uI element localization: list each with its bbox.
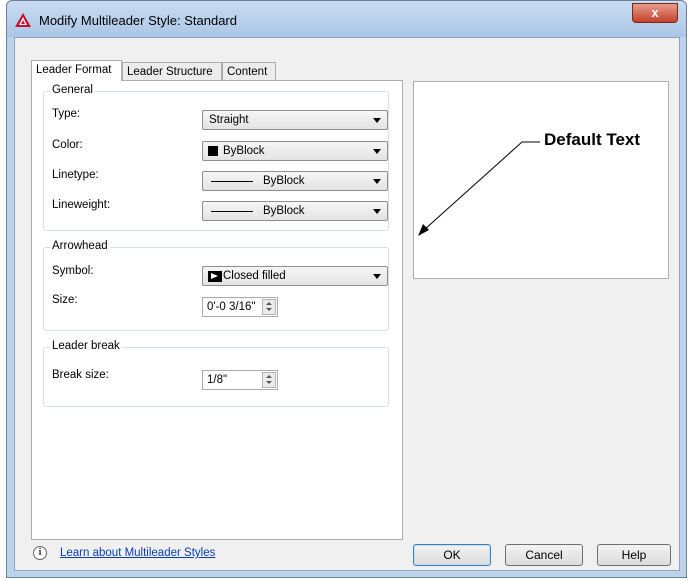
symbol-label: Symbol:	[52, 265, 94, 277]
cancel-button[interactable]: Cancel	[505, 544, 583, 566]
spin-up-icon	[266, 375, 272, 378]
leader-preview-graphic	[418, 141, 540, 236]
break-size-label: Break size:	[52, 369, 109, 381]
tab-leader-format[interactable]: Leader Format	[31, 60, 122, 81]
tab-content[interactable]: Content	[222, 62, 276, 80]
chevron-down-icon	[373, 274, 381, 279]
general-group-title: General	[50, 84, 95, 96]
color-dropdown[interactable]: ByBlock	[202, 141, 388, 161]
leader-format-panel: General Type: Straight Color: ByBlock Li…	[31, 80, 403, 540]
spin-down-icon	[266, 308, 272, 311]
type-value: Straight	[209, 114, 249, 126]
leader-break-group-title: Leader break	[50, 340, 122, 352]
color-swatch-icon	[208, 146, 218, 156]
preview-default-text: Default Text	[544, 130, 641, 149]
help-button[interactable]: Help	[597, 544, 671, 566]
linetype-label: Linetype:	[52, 169, 99, 181]
learn-about-link[interactable]: Learn about Multileader Styles	[60, 547, 215, 559]
closed-filled-arrow-icon	[208, 271, 222, 282]
chevron-down-icon	[373, 149, 381, 154]
symbol-dropdown[interactable]: Closed filled	[202, 266, 388, 286]
line-sample-icon	[211, 211, 253, 212]
size-value: 0'-0 3/16"	[207, 301, 256, 313]
window-title: Modify Multileader Style: Standard	[39, 13, 237, 28]
close-icon: x	[651, 5, 659, 20]
close-button[interactable]: x	[632, 3, 678, 23]
leader-break-group: Leader break Break size: 1/8"	[43, 340, 389, 407]
dialog-window: Modify Multileader Style: Standard x Lea…	[6, 0, 687, 578]
ok-button[interactable]: OK	[413, 544, 491, 566]
autocad-logo-icon	[15, 13, 31, 27]
spin-down-icon	[266, 381, 272, 384]
tab-leader-structure[interactable]: Leader Structure	[122, 62, 222, 80]
spinner-buttons[interactable]	[262, 372, 276, 388]
chevron-down-icon	[373, 209, 381, 214]
line-sample-icon	[211, 181, 253, 182]
preview-panel: Default Text	[413, 81, 669, 279]
chevron-down-icon	[373, 179, 381, 184]
chevron-down-icon	[373, 118, 381, 123]
title-bar[interactable]: Modify Multileader Style: Standard x	[7, 1, 686, 37]
break-size-value: 1/8"	[207, 374, 228, 386]
dialog-body: Leader Format Leader Structure Content G…	[14, 37, 680, 571]
type-label: Type:	[52, 108, 81, 120]
lineweight-label: Lineweight:	[52, 199, 111, 211]
general-group: General Type: Straight Color: ByBlock Li…	[43, 84, 389, 231]
linetype-value: ByBlock	[263, 175, 305, 187]
type-dropdown[interactable]: Straight	[202, 110, 388, 130]
break-size-spinner[interactable]: 1/8"	[202, 370, 278, 390]
size-label: Size:	[52, 294, 78, 306]
arrowhead-group: Arrowhead Symbol: Closed filled Size: 0'…	[43, 240, 389, 331]
lineweight-value: ByBlock	[263, 205, 305, 217]
linetype-dropdown[interactable]: ByBlock	[202, 171, 388, 191]
arrowhead-group-title: Arrowhead	[50, 240, 110, 252]
lineweight-dropdown[interactable]: ByBlock	[202, 201, 388, 221]
spin-up-icon	[266, 302, 272, 305]
size-spinner[interactable]: 0'-0 3/16"	[202, 297, 278, 317]
color-label: Color:	[52, 139, 83, 151]
color-value: ByBlock	[223, 145, 265, 157]
spinner-buttons[interactable]	[262, 299, 276, 315]
info-icon: i	[33, 546, 47, 560]
symbol-value: Closed filled	[223, 270, 286, 282]
